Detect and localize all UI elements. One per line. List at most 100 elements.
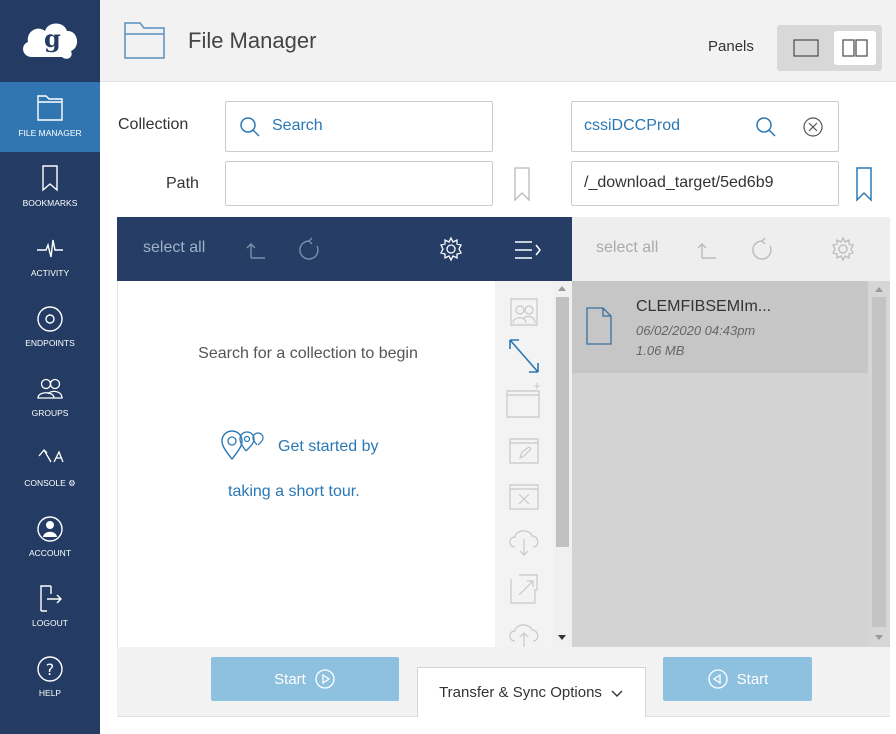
search-icon[interactable] [754,115,778,139]
left-toolbar: select all [117,217,572,281]
tour-link-line1[interactable]: Get started by [278,438,379,456]
sidebar-item-help[interactable]: ? HELP [0,642,100,712]
menu-expand-icon[interactable] [514,239,542,261]
rename-icon[interactable] [505,431,543,467]
sidebar-label: ACCOUNT [28,548,72,558]
upload-icon[interactable] [505,617,543,647]
left-collection-placeholder: Search [272,117,323,134]
dual-panel-button[interactable] [834,31,876,65]
sidebar-item-activity[interactable]: ACTIVITY [0,222,100,292]
clear-icon[interactable] [801,115,825,139]
path-label: Path [166,175,199,192]
map-pin-icon [221,430,264,461]
sidebar-label: FILE MANAGER [18,128,82,138]
transfer-arrows-icon[interactable] [507,337,541,375]
refresh-icon[interactable] [750,236,776,264]
sidebar-item-bookmarks[interactable]: BOOKMARKS [0,152,100,222]
groups-icon [37,378,63,399]
sidebar-label: CONSOLE ⚙ [24,478,76,488]
right-path-input[interactable]: /_download_target/5ed6b9 [571,161,839,206]
svg-text:?: ? [46,660,55,679]
scroll-down-arrow[interactable] [558,635,566,640]
footer: Start Transfer & Sync Options Start [117,647,890,717]
transfer-actions-column [495,281,553,647]
gear-icon[interactable] [830,236,856,262]
collection-label: Collection [118,116,189,133]
sync-label: Transfer & Sync Options [439,684,602,701]
file-date: 06/02/2020 04:43pm [636,323,756,338]
tour-link-line2[interactable]: taking a short tour. [228,483,360,501]
sidebar-label: BOOKMARKS [22,198,78,208]
header: File Manager Panels [100,0,896,82]
file-row[interactable]: CLEMFIBSEMIm... 06/02/2020 04:43pm 1.06 … [572,281,868,373]
search-icon [240,117,260,137]
up-folder-icon[interactable] [245,238,269,262]
svg-text:g: g [44,24,61,53]
empty-state-message: Search for a collection to begin [198,345,418,362]
sidebar-item-logout[interactable]: LOGOUT [0,572,100,642]
scroll-thumb[interactable] [872,297,886,627]
dual-panel-icon [842,39,868,57]
sidebar-item-endpoints[interactable]: ENDPOINTS [0,292,100,362]
sidebar-item-groups[interactable]: GROUPS [0,362,100,432]
scroll-down-arrow[interactable] [875,635,883,640]
start-right-button[interactable]: Start [663,657,812,701]
transfer-sync-options-button[interactable]: Transfer & Sync Options [417,667,646,717]
scroll-up-arrow[interactable] [875,287,883,292]
activity-pulse-icon [37,239,63,258]
right-collection-field[interactable]: cssiDCCProd [571,101,839,152]
gear-icon[interactable] [438,236,464,262]
left-path-input[interactable] [225,161,493,206]
right-scrollbar[interactable] [868,281,890,647]
sidebar-label: ACTIVITY [30,268,70,278]
scroll-up-arrow[interactable] [558,286,566,291]
right-path-value: /_download_target/5ed6b9 [584,174,774,191]
bookmark-icon[interactable] [853,166,875,204]
folder-icon [37,95,63,121]
file-icon [586,307,612,345]
start-left-button[interactable]: Start [211,657,399,701]
refresh-icon[interactable] [297,236,323,264]
page-title: File Manager [188,28,317,53]
right-toolbar: select all [572,217,890,281]
left-collection-search[interactable]: Search [225,101,493,152]
panels-label: Panels [708,38,754,55]
sidebar-label: GROUPS [31,408,69,418]
sidebar-label: ENDPOINTS [25,338,75,348]
scroll-thumb[interactable] [556,297,569,547]
right-collection-value: cssiDCCProd [584,117,681,134]
share-icon[interactable] [505,293,543,329]
right-select-all[interactable]: select all [596,239,658,257]
account-icon [37,516,63,542]
start-label: Start [736,670,769,688]
left-scrollbar[interactable] [553,281,572,647]
single-panel-button[interactable] [785,31,827,65]
chevron-down-icon [611,690,623,697]
play-left-icon [708,669,728,689]
sidebar: g FILE MANAGER BOOKMARKS ACTIVITY ENDPOI… [0,0,100,734]
start-label: Start [274,670,306,688]
single-panel-icon [793,39,819,57]
left-select-all[interactable]: select all [143,239,205,257]
download-icon[interactable] [505,523,543,559]
sidebar-item-account[interactable]: ACCOUNT [0,502,100,572]
bookmark-icon [42,165,58,192]
gear-icon: ⚙ [68,478,76,488]
panels-toggle [777,25,882,71]
up-folder-icon[interactable] [696,238,720,262]
endpoint-disc-icon [37,306,63,332]
logout-icon [40,585,62,612]
sidebar-label: LOGOUT [32,618,68,628]
sidebar-item-file-manager[interactable]: FILE MANAGER [0,82,100,152]
right-file-pane: CLEMFIBSEMIm... 06/02/2020 04:43pm 1.06 … [572,281,868,647]
sidebar-item-console[interactable]: CONSOLE ⚙ [0,432,100,502]
delete-icon[interactable] [505,477,543,513]
file-size: 1.06 MB [636,343,685,358]
file-manager-header-icon [124,22,165,59]
new-folder-icon[interactable] [501,381,545,421]
console-icon [38,449,64,463]
bookmark-icon[interactable] [511,166,533,204]
play-right-icon [315,669,335,689]
open-external-icon[interactable] [507,571,541,607]
globus-logo[interactable]: g [0,0,100,82]
